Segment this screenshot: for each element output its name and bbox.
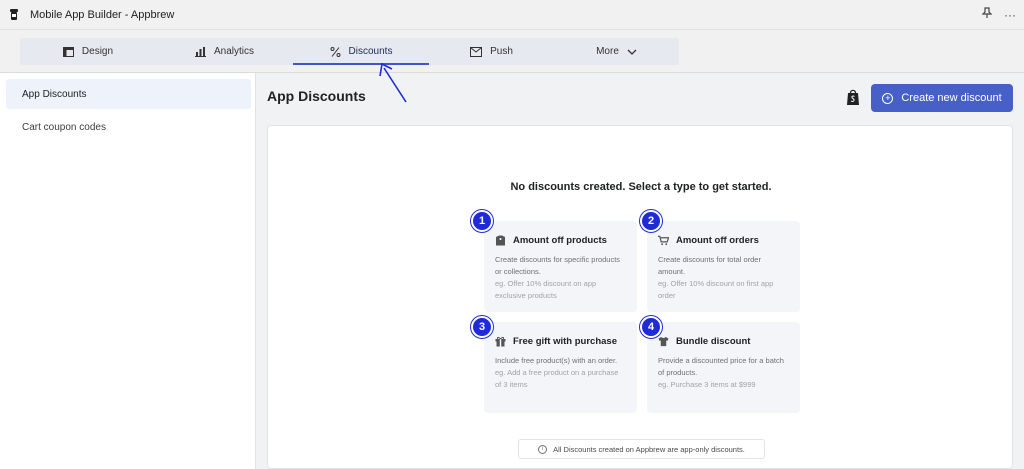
sidebar-item-cart-coupon-codes[interactable]: Cart coupon codes bbox=[6, 112, 251, 142]
more-options-icon[interactable]: ··· bbox=[1004, 8, 1016, 22]
discount-type-bundle[interactable]: Bundle discount Provide a discounted pri… bbox=[647, 322, 800, 413]
tab-design[interactable]: Design bbox=[20, 38, 156, 65]
bar-chart-icon bbox=[194, 46, 206, 57]
tab-label: Discounts bbox=[348, 46, 393, 57]
discount-type-description: Include free product(s) with an order. bbox=[495, 356, 618, 365]
chevron-down-icon bbox=[627, 49, 637, 55]
tab-push[interactable]: Push bbox=[429, 38, 554, 65]
discount-type-description: Create discounts for total order amount. bbox=[658, 255, 761, 276]
discount-type-amount-off-products[interactable]: Amount off products Create discounts for… bbox=[484, 221, 637, 312]
info-note: i All Discounts created on Appbrew are a… bbox=[518, 439, 765, 459]
mail-icon bbox=[470, 46, 483, 57]
step-badge-4: 4 bbox=[640, 316, 662, 338]
step-badge-1: 1 bbox=[471, 210, 493, 232]
discount-type-example: eg. Add a free product on a purchase of … bbox=[495, 368, 619, 389]
app-icon bbox=[8, 8, 20, 22]
tab-analytics[interactable]: Analytics bbox=[156, 38, 293, 65]
tag-icon bbox=[495, 235, 506, 246]
discount-type-example: eg. Offer 10% discount on first app orde… bbox=[658, 279, 774, 300]
main-content: App Discounts + Create new discount No d… bbox=[256, 73, 1024, 469]
discount-types-card: No discounts created. Select a type to g… bbox=[267, 125, 1013, 469]
discount-type-title: Amount off products bbox=[513, 234, 607, 246]
step-badge-2: 2 bbox=[640, 210, 662, 232]
create-button-label: Create new discount bbox=[901, 92, 1002, 104]
page-title: App Discounts bbox=[267, 88, 366, 104]
percent-icon bbox=[330, 46, 341, 57]
tab-label: Design bbox=[81, 46, 114, 57]
tab-more[interactable]: More bbox=[554, 38, 679, 65]
discount-type-free-gift[interactable]: Free gift with purchase Include free pro… bbox=[484, 322, 637, 413]
info-icon: i bbox=[538, 444, 548, 454]
window-title: Mobile App Builder - Appbrew bbox=[30, 8, 175, 21]
tab-label: Analytics bbox=[213, 46, 254, 57]
tab-label: More bbox=[596, 46, 619, 57]
discount-type-title: Amount off orders bbox=[676, 234, 759, 246]
cart-icon bbox=[658, 235, 669, 246]
step-badge-3: 3 bbox=[471, 316, 493, 338]
sidebar: App Discounts Cart coupon codes bbox=[0, 73, 256, 469]
plus-circle-icon: + bbox=[882, 92, 894, 104]
discount-type-example: eg. Offer 10% discount on app exclusive … bbox=[495, 279, 597, 300]
shopify-icon[interactable] bbox=[845, 88, 861, 106]
gift-icon bbox=[495, 336, 506, 347]
discount-type-title: Bundle discount bbox=[676, 335, 751, 347]
create-new-discount-button[interactable]: + Create new discount bbox=[871, 84, 1013, 112]
window-titlebar: Mobile App Builder - Appbrew ··· bbox=[0, 0, 1024, 30]
discount-type-example: eg. Purchase 3 items at $999 bbox=[658, 380, 756, 389]
tab-label: Push bbox=[490, 46, 513, 57]
shirt-icon bbox=[658, 336, 669, 347]
discount-type-title: Free gift with purchase bbox=[513, 335, 617, 347]
discount-type-amount-off-orders[interactable]: Amount off orders Create discounts for t… bbox=[647, 221, 800, 312]
discount-type-description: Provide a discounted price for a batch o… bbox=[658, 356, 784, 377]
top-navigation: Design Analytics Discounts Push More bbox=[0, 30, 1024, 73]
discount-type-description: Create discounts for specific products o… bbox=[495, 255, 621, 276]
tab-bar: Design Analytics Discounts Push More bbox=[20, 38, 679, 65]
empty-state-title: No discounts created. Select a type to g… bbox=[510, 181, 772, 193]
sidebar-item-app-discounts[interactable]: App Discounts bbox=[6, 79, 251, 109]
layout-icon bbox=[62, 46, 74, 57]
info-note-text: All Discounts created on Appbrew are app… bbox=[553, 444, 745, 454]
pin-icon[interactable] bbox=[981, 7, 993, 22]
